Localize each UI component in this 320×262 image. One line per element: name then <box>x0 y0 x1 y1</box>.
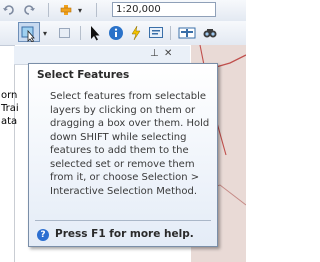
measure-icon[interactable] <box>148 25 164 41</box>
tooltip-help-text: Press F1 for more help. <box>55 228 194 240</box>
toc-item-2[interactable]: Trai <box>1 103 19 114</box>
clear-selection-icon[interactable] <box>58 26 72 40</box>
toc-item-3[interactable]: ata <box>1 116 17 127</box>
select-features-tooltip: Select Features Select features from sel… <box>28 63 218 247</box>
add-data-dropdown-icon[interactable]: ▾ <box>76 4 84 16</box>
select-features-dropdown-icon[interactable]: ▾ <box>41 27 49 39</box>
find-icon[interactable] <box>202 25 218 41</box>
html-popup-icon[interactable] <box>128 25 144 41</box>
pin-icon[interactable]: ⊥ <box>150 48 159 59</box>
select-features-icon[interactable] <box>20 24 38 42</box>
tooltip-divider <box>35 220 211 221</box>
tooltip-title: Select Features <box>37 69 130 81</box>
add-data-icon[interactable] <box>58 2 74 18</box>
select-elements-icon[interactable] <box>88 25 102 41</box>
map-scale-input[interactable]: 1:20,000 <box>112 2 216 17</box>
identify-icon[interactable] <box>108 25 124 41</box>
undo-icon[interactable] <box>2 3 16 17</box>
help-icon: ? <box>37 229 49 241</box>
toc-item-1[interactable]: orn <box>1 90 17 101</box>
tools-toolbar: ▾ <box>0 21 246 46</box>
tooltip-body: Select features from selectable layers b… <box>50 91 210 197</box>
standard-toolbar: ▾ 1:20,000 <box>0 0 246 22</box>
close-icon[interactable]: ✕ <box>164 48 172 59</box>
redo-icon[interactable] <box>22 3 36 17</box>
go-to-xy-icon[interactable] <box>178 25 196 41</box>
